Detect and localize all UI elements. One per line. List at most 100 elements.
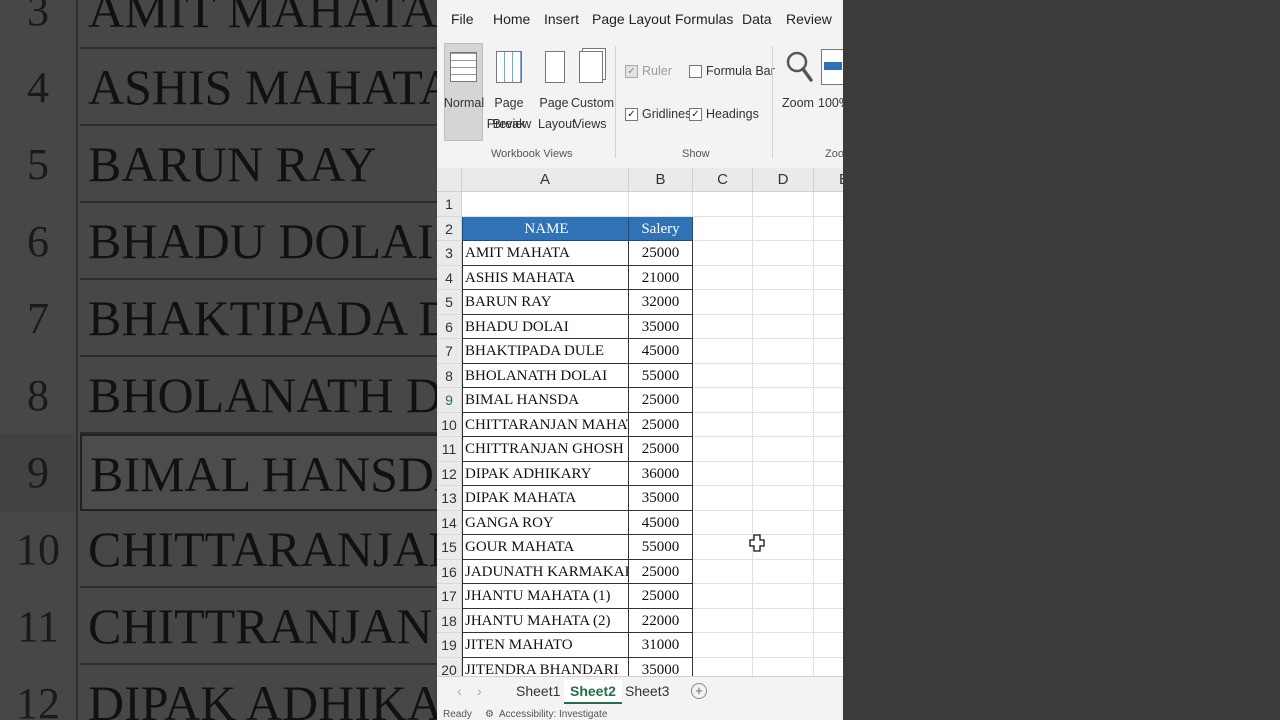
empty-cell[interactable]	[693, 584, 753, 609]
tab-sheet3[interactable]: Sheet3	[619, 680, 675, 702]
empty-cell[interactable]	[814, 192, 843, 217]
page-layout-view-button[interactable]: Page Layout	[538, 47, 576, 137]
row-header[interactable]: 14	[437, 510, 462, 535]
name-cell[interactable]: JITENDRA BHANDARI	[462, 657, 629, 676]
row-header[interactable]: 18	[437, 608, 462, 633]
salary-header-cell[interactable]: Salery	[629, 216, 693, 241]
name-cell[interactable]: JADUNATH KARMAKAR	[462, 559, 629, 584]
empty-cell[interactable]	[693, 486, 753, 511]
menu-insert[interactable]: Insert	[544, 11, 579, 27]
empty-cell[interactable]	[753, 388, 814, 413]
salary-cell[interactable]: 21000	[629, 265, 693, 290]
row-header[interactable]: 12	[437, 461, 462, 486]
empty-cell[interactable]	[814, 511, 843, 535]
name-cell[interactable]: ASHIS MAHATA	[462, 265, 629, 290]
menu-data[interactable]: Data	[742, 11, 772, 27]
empty-cell[interactable]	[693, 388, 753, 413]
name-cell[interactable]: DIPAK MAHATA	[462, 486, 629, 511]
empty-cell[interactable]	[814, 658, 843, 677]
salary-cell[interactable]: 32000	[629, 290, 693, 315]
name-cell[interactable]: BARUN RAY	[462, 290, 629, 315]
row-header[interactable]: 5	[437, 290, 462, 315]
column-header-c[interactable]: C	[693, 168, 753, 192]
empty-cell[interactable]	[753, 633, 814, 658]
salary-cell[interactable]: 55000	[629, 535, 693, 560]
empty-cell[interactable]	[629, 192, 693, 217]
empty-cell[interactable]	[693, 461, 753, 486]
salary-cell[interactable]: 25000	[629, 388, 693, 413]
zoom-button[interactable]: Zoom	[780, 47, 816, 117]
empty-cell[interactable]	[693, 412, 753, 437]
column-header-a[interactable]: A	[462, 168, 629, 192]
empty-cell[interactable]	[814, 413, 843, 437]
empty-cell[interactable]	[753, 216, 814, 241]
salary-cell[interactable]: 25000	[629, 584, 693, 609]
empty-cell[interactable]	[693, 241, 753, 266]
name-cell[interactable]: CHITTARANJAN MAHATA	[462, 412, 629, 437]
name-cell[interactable]: DIPAK ADHIKARY	[462, 461, 629, 486]
salary-cell[interactable]: 35000	[629, 657, 693, 676]
name-cell[interactable]: JHANTU MAHATA (2)	[462, 608, 629, 633]
empty-cell[interactable]	[753, 192, 814, 217]
row-header[interactable]: 15	[437, 535, 462, 560]
row-header[interactable]: 2	[437, 216, 462, 241]
salary-cell[interactable]: 25000	[629, 559, 693, 584]
name-cell[interactable]: AMIT MAHATA	[462, 241, 629, 266]
salary-cell[interactable]: 45000	[629, 510, 693, 535]
name-cell[interactable]: BHADU DOLAI	[462, 314, 629, 339]
column-header-e[interactable]: E	[814, 168, 843, 192]
row-header[interactable]: 9	[437, 388, 462, 413]
empty-cell[interactable]	[693, 608, 753, 633]
headings-checkbox[interactable]: ✓ Headings	[689, 107, 759, 121]
salary-cell[interactable]: 31000	[629, 633, 693, 658]
page-break-preview-button[interactable]: Page Break Preview	[481, 47, 537, 137]
gridlines-checkbox[interactable]: ✓ Gridlines	[625, 107, 691, 121]
row-header[interactable]: 16	[437, 559, 462, 584]
empty-cell[interactable]	[753, 510, 814, 535]
empty-cell[interactable]	[814, 609, 843, 633]
menu-formulas[interactable]: Formulas	[675, 11, 733, 27]
name-cell[interactable]: BHAKTIPADA DULE	[462, 339, 629, 364]
tab-sheet2[interactable]: Sheet2	[564, 680, 622, 704]
empty-cell[interactable]	[753, 339, 814, 364]
empty-cell[interactable]	[814, 535, 843, 560]
empty-cell[interactable]	[693, 290, 753, 315]
empty-cell[interactable]	[753, 437, 814, 462]
salary-cell[interactable]: 55000	[629, 363, 693, 388]
salary-cell[interactable]: 25000	[629, 437, 693, 462]
empty-cell[interactable]	[814, 241, 843, 266]
empty-cell[interactable]	[814, 437, 843, 462]
empty-cell[interactable]	[693, 216, 753, 241]
row-header[interactable]: 8	[437, 363, 462, 388]
empty-cell[interactable]	[814, 388, 843, 413]
empty-cell[interactable]	[693, 437, 753, 462]
empty-cell[interactable]	[814, 266, 843, 290]
name-cell[interactable]: GOUR MAHATA	[462, 535, 629, 560]
empty-cell[interactable]	[693, 339, 753, 364]
empty-cell[interactable]	[753, 363, 814, 388]
empty-cell[interactable]	[693, 265, 753, 290]
salary-cell[interactable]: 22000	[629, 608, 693, 633]
empty-cell[interactable]	[753, 461, 814, 486]
row-header[interactable]: 6	[437, 314, 462, 339]
menu-file[interactable]: File	[451, 11, 474, 27]
empty-cell[interactable]	[693, 192, 753, 217]
empty-cell[interactable]	[753, 290, 814, 315]
empty-cell[interactable]	[753, 584, 814, 609]
name-header-cell[interactable]: NAME	[462, 216, 629, 241]
row-header[interactable]: 20	[437, 657, 462, 676]
custom-views-button[interactable]: Custom Views	[571, 47, 614, 137]
salary-cell[interactable]: 25000	[629, 412, 693, 437]
salary-cell[interactable]: 36000	[629, 461, 693, 486]
tab-scroll-left-icon[interactable]: ‹	[451, 680, 468, 702]
empty-cell[interactable]	[753, 314, 814, 339]
empty-cell[interactable]	[753, 559, 814, 584]
empty-cell[interactable]	[753, 412, 814, 437]
formula-bar-checkbox[interactable]: Formula Bar	[689, 64, 775, 78]
empty-cell[interactable]	[814, 584, 843, 609]
empty-cell[interactable]	[753, 241, 814, 266]
empty-cell[interactable]	[814, 364, 843, 388]
salary-cell[interactable]: 35000	[629, 314, 693, 339]
empty-cell[interactable]	[753, 486, 814, 511]
empty-cell[interactable]	[814, 315, 843, 339]
